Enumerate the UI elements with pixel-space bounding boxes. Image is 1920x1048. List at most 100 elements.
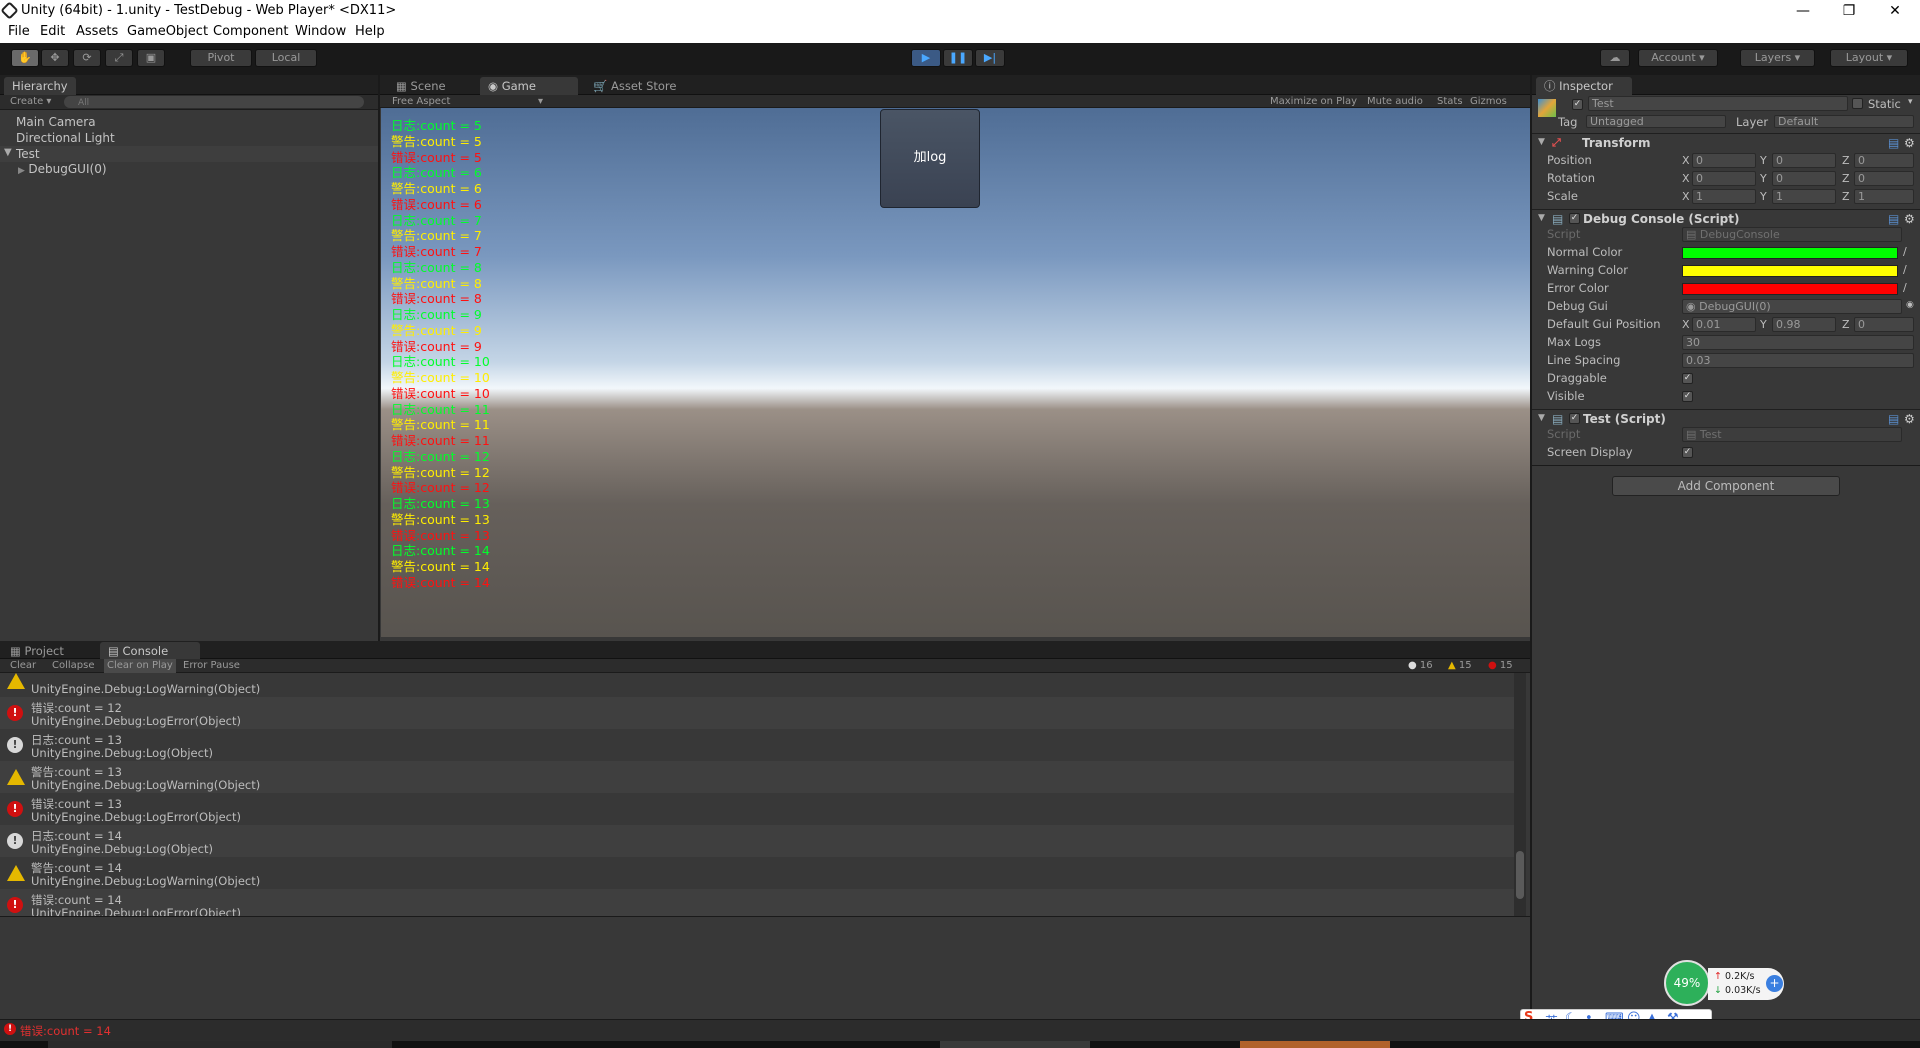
console-scrollbar-thumb[interactable] (1516, 851, 1524, 899)
menu-component[interactable]: Component (213, 24, 288, 39)
rotate-tool-icon[interactable]: ⟳ (73, 49, 101, 67)
eyedropper-icon[interactable]: ∕ (1903, 281, 1907, 294)
transform-z-field[interactable]: 0 (1854, 153, 1914, 168)
debug-gui-field[interactable]: ◉ DebugGUI(0) (1682, 299, 1902, 314)
warning-color-swatch[interactable] (1682, 265, 1898, 277)
panel-splitter[interactable] (378, 75, 380, 641)
hand-tool-icon[interactable]: ✋ (11, 49, 39, 67)
hierarchy-item-debuggui-row[interactable]: ▶ DebugGUI(0) (18, 162, 107, 178)
network-monitor-widget[interactable]: 49% ↑ 0.2K/s ↓ 0.03K/s + (1664, 960, 1787, 1006)
tab-asset-store[interactable]: 🛒 Asset Store (585, 77, 684, 95)
transform-y-field[interactable]: 0 (1772, 171, 1836, 186)
layer-dropdown[interactable]: Default (1774, 115, 1914, 128)
play-button[interactable]: ▶ (911, 49, 941, 67)
transform-x-field[interactable]: 1 (1692, 189, 1756, 204)
account-dropdown[interactable]: Account ▾ (1638, 49, 1718, 67)
menu-edit[interactable]: Edit (40, 24, 65, 39)
add-component-button[interactable]: Add Component (1612, 476, 1840, 496)
console-clear-on-play-button[interactable]: Clear on Play (104, 659, 176, 673)
foldout-icon[interactable]: ▼ (1538, 213, 1545, 223)
error-count-toggle[interactable]: ● 15 (1488, 659, 1513, 673)
gear-icon[interactable]: ⚙ (1904, 412, 1915, 426)
eyedropper-icon[interactable]: ∕ (1903, 263, 1907, 276)
maximize-button[interactable]: ❐ (1826, 0, 1872, 23)
console-entry[interactable]: ! 日志:count = 14 UnityEngine.Debug:Log(Obje… (0, 825, 1514, 857)
console-log-list[interactable]: UnityEngine.Debug:LogWarning(Object) ! 错误… (0, 673, 1530, 916)
menu-window[interactable]: Window (295, 24, 346, 39)
console-entry[interactable]: ! 错误:count = 13 UnityEngine.Debug:LogError… (0, 793, 1514, 825)
pivot-toggle[interactable]: Pivot (190, 49, 252, 67)
mute-audio-toggle[interactable]: Mute audio (1367, 95, 1423, 109)
move-tool-icon[interactable]: ✥ (41, 49, 69, 67)
plus-icon[interactable]: + (1766, 975, 1783, 992)
gear-icon[interactable]: ⚙ (1904, 136, 1915, 150)
gear-icon[interactable]: ⚙ (1904, 212, 1915, 226)
close-button[interactable]: ✕ (1872, 0, 1918, 23)
tab-hierarchy[interactable]: Hierarchy (4, 77, 76, 95)
console-entry[interactable]: 警告:count = 13 UnityEngine.Debug:LogWarnin… (0, 761, 1514, 793)
transform-z-field[interactable]: 0 (1854, 171, 1914, 186)
menu-assets[interactable]: Assets (76, 24, 118, 39)
tag-dropdown[interactable]: Untagged (1586, 115, 1726, 128)
cloud-icon[interactable]: ☁ (1600, 49, 1630, 67)
status-bar[interactable]: ! 错误:count = 14 (0, 1019, 1920, 1041)
tab-inspector[interactable]: ⓘ Inspector (1536, 77, 1632, 95)
aspect-dropdown[interactable]: Free Aspect (392, 95, 450, 109)
screen-display-checkbox[interactable]: ✓ (1682, 447, 1693, 458)
step-button[interactable]: ▶| (975, 49, 1005, 67)
tab-game[interactable]: ◉ Game (480, 77, 578, 95)
visible-checkbox[interactable]: ✓ (1682, 391, 1693, 402)
foldout-icon[interactable]: ▼ (1538, 413, 1545, 423)
tab-project[interactable]: ▦ Project (2, 642, 72, 660)
taskbar-item[interactable] (48, 1041, 392, 1048)
console-entry[interactable]: ! 日志:count = 13 UnityEngine.Debug:Log(Obje… (0, 729, 1514, 761)
gizmos-toggle[interactable]: Gizmos (1470, 95, 1507, 109)
hierarchy-item-test-row[interactable]: ▼ Test (0, 146, 378, 162)
foldout-icon[interactable]: ▼ (1538, 137, 1545, 147)
local-toggle[interactable]: Local (255, 49, 317, 67)
console-entry[interactable]: ! 错误:count = 14 UnityEngine.Debug:LogError… (0, 889, 1514, 916)
stats-toggle[interactable]: Stats (1437, 95, 1463, 109)
console-entry[interactable]: ! 错误:count = 12 UnityEngine.Debug:LogError… (0, 697, 1514, 729)
object-picker-icon[interactable]: ◉ (1906, 300, 1914, 310)
expand-right-icon[interactable]: ▶ (18, 166, 25, 176)
draggable-checkbox[interactable]: ✓ (1682, 373, 1693, 384)
transform-y-field[interactable]: 1 (1772, 189, 1836, 204)
tab-scene[interactable]: ▦ Scene (388, 77, 454, 95)
normal-color-swatch[interactable] (1682, 247, 1898, 259)
minimize-button[interactable]: — (1780, 0, 1826, 23)
menu-gameobject[interactable]: GameObject (127, 24, 208, 39)
warn-count-toggle[interactable]: ▲ 15 (1448, 659, 1472, 673)
test-script-enabled-checkbox[interactable]: ✓ (1569, 413, 1580, 424)
static-checkbox[interactable] (1852, 98, 1863, 109)
rect-tool-icon[interactable]: ▣ (137, 49, 165, 67)
transform-x-field[interactable]: 0 (1692, 171, 1756, 186)
debug-console-enabled-checkbox[interactable]: ✓ (1569, 213, 1580, 224)
help-book-icon[interactable]: ▤ (1888, 412, 1899, 426)
panel-splitter[interactable] (1530, 75, 1532, 1019)
object-active-checkbox[interactable]: ✓ (1572, 99, 1583, 110)
hierarchy-item-main-camera[interactable]: Main Camera (16, 115, 96, 131)
help-book-icon[interactable]: ▤ (1888, 212, 1899, 226)
gui-pos-x-field[interactable]: 0.01 (1692, 317, 1756, 332)
pause-button[interactable]: ❚❚ (943, 49, 973, 67)
console-error-pause-button[interactable]: Error Pause (183, 659, 240, 673)
gui-pos-y-field[interactable]: 0.98 (1772, 317, 1836, 332)
console-scrollbar[interactable] (1514, 673, 1526, 916)
hierarchy-item-directional-light[interactable]: Directional Light (16, 131, 115, 147)
expand-down-icon[interactable]: ▼ (4, 147, 12, 158)
console-entry-partial[interactable]: UnityEngine.Debug:LogWarning(Object) (0, 673, 1514, 697)
chevron-down-icon[interactable]: ▾ (538, 95, 543, 109)
tab-console[interactable]: ▤ Console (100, 642, 200, 660)
gui-pos-z-field[interactable]: 0 (1854, 317, 1914, 332)
max-logs-field[interactable]: 30 (1682, 335, 1914, 350)
scale-tool-icon[interactable]: ⤢ (105, 49, 133, 67)
console-clear-button[interactable]: Clear (10, 659, 36, 673)
static-dropdown-icon[interactable]: ▾ (1908, 97, 1913, 107)
transform-y-field[interactable]: 0 (1772, 153, 1836, 168)
help-book-icon[interactable]: ▤ (1888, 136, 1899, 150)
hierarchy-create-button[interactable]: Create ▾ (10, 95, 51, 109)
debug-console-header[interactable]: ▼ ▤ ✓ Debug Console (Script) ▤ ⚙ (1532, 209, 1920, 227)
layers-dropdown[interactable]: Layers ▾ (1740, 49, 1815, 67)
error-color-swatch[interactable] (1682, 283, 1898, 295)
